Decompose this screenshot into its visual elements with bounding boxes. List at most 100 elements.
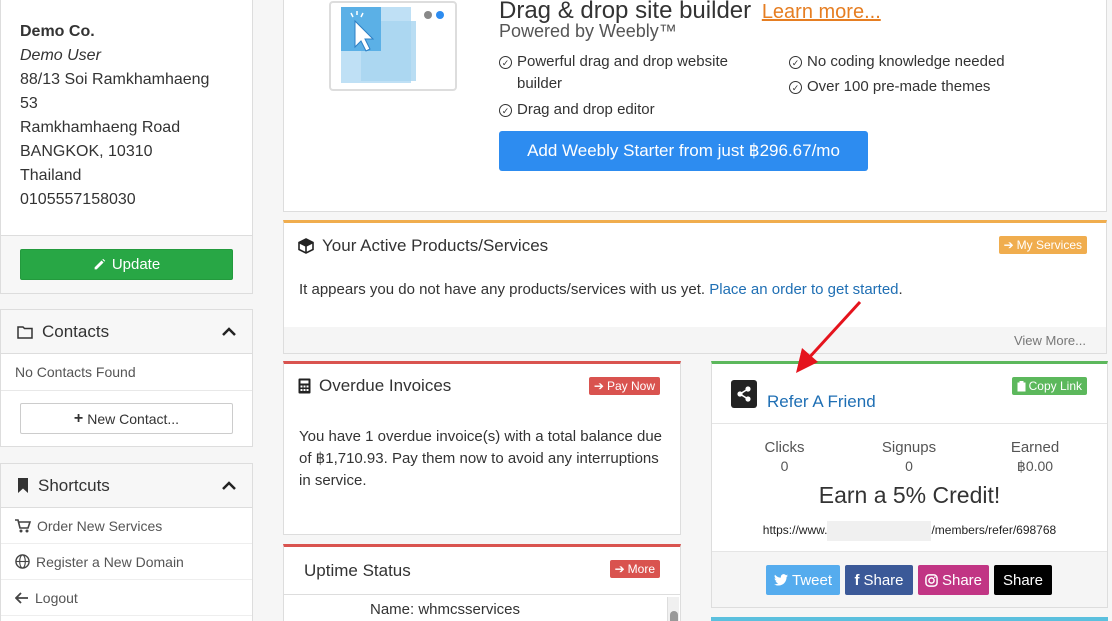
shortcuts-header[interactable]: Shortcuts xyxy=(1,464,252,508)
address-line: Thailand xyxy=(20,167,82,184)
feature-text: Drag and drop editor xyxy=(517,101,655,118)
globe-icon xyxy=(15,554,30,569)
shortcut-register-domain[interactable]: Register a New Domain xyxy=(1,544,252,580)
learn-more-link[interactable]: Learn more... xyxy=(762,1,881,23)
cube-icon xyxy=(298,238,314,254)
update-button[interactable]: Update xyxy=(20,249,233,280)
bookmark-icon xyxy=(17,478,29,493)
referral-link-prefix: https://www. xyxy=(762,523,828,538)
next-panel-top-border xyxy=(711,617,1108,621)
arrow-right-icon: ➔ xyxy=(614,562,625,576)
more-label: More xyxy=(627,562,655,576)
share-button[interactable]: Share xyxy=(994,565,1052,595)
shortcuts-title: Shortcuts xyxy=(38,475,110,495)
feature-item: ✓ No coding knowledge needed xyxy=(789,51,1005,73)
plus-icon: + xyxy=(73,409,84,427)
arrow-right-icon: ➔ xyxy=(1003,238,1014,252)
copy-link-button[interactable]: Copy Link xyxy=(1011,377,1087,395)
stat-signups: Signups 0 xyxy=(874,439,944,474)
contacts-panel: Contacts No Contacts Found + New Contact… xyxy=(0,309,253,447)
overdue-title: Overdue Invoices xyxy=(319,376,452,395)
uptime-title: Uptime Status xyxy=(304,560,411,580)
folder-icon xyxy=(17,325,33,339)
no-contacts-text: No Contacts Found xyxy=(1,354,252,391)
more-button[interactable]: ➔ More xyxy=(609,560,660,578)
new-contact-label: New Contact... xyxy=(87,410,180,427)
address-block: Demo Co. Demo User 88/13 Soi Ramkhamhaen… xyxy=(1,0,252,236)
feature-item: ✓ Over 100 pre-made themes xyxy=(789,76,990,98)
shortcut-order-services[interactable]: Order New Services xyxy=(1,508,252,544)
refer-friend-panel: Refer A Friend Copy Link Clicks 0 Signup… xyxy=(711,361,1108,608)
feature-item: ✓ Drag and drop editor xyxy=(499,99,655,121)
share-nodes-icon xyxy=(731,379,757,408)
clipboard-icon xyxy=(1017,380,1026,392)
contacts-title: Contacts xyxy=(42,321,110,341)
shortcut-logout[interactable]: Logout xyxy=(1,580,252,616)
active-products-title: Your Active Products/Services xyxy=(322,236,549,255)
stat-earned: Earned ฿0.00 xyxy=(1000,439,1070,475)
active-products-header: Your Active Products/Services xyxy=(284,223,1106,269)
overdue-invoices-panel: Overdue Invoices ➔ Pay Now You have 1 ov… xyxy=(283,361,681,535)
site-builder-illustration xyxy=(329,1,457,91)
pay-now-label: Pay Now xyxy=(606,379,655,393)
check-circle-icon: ✓ xyxy=(789,81,802,94)
promo-subtitle: Powered by Weebly™ xyxy=(499,21,677,41)
new-contact-button[interactable]: + New Contact... xyxy=(20,403,233,434)
referral-link[interactable]: https://www. /members/refer/698768 xyxy=(712,521,1107,541)
arrow-left-icon xyxy=(15,591,29,604)
instagram-share-button[interactable]: Share xyxy=(918,565,989,595)
facebook-icon: f xyxy=(854,571,860,589)
uptime-scrollbar[interactable] xyxy=(667,597,679,621)
address-line: Ramkhamhaeng Road xyxy=(20,119,181,136)
pay-now-button[interactable]: ➔ Pay Now xyxy=(588,377,660,395)
cart-icon xyxy=(15,518,31,533)
scrollbar-thumb[interactable] xyxy=(670,611,678,621)
active-products-panel: Your Active Products/Services ➔ My Servi… xyxy=(283,220,1107,354)
overdue-text: You have 1 overdue invoice(s) with a tot… xyxy=(299,428,663,489)
company-name: Demo Co. xyxy=(20,23,95,40)
stat-label: Clicks xyxy=(764,439,805,456)
address-line: 53 xyxy=(20,95,38,112)
pencil-icon xyxy=(93,258,106,271)
contacts-header[interactable]: Contacts xyxy=(1,310,252,354)
add-weebly-button[interactable]: Add Weebly Starter from just ฿296.67/mo xyxy=(499,131,868,171)
view-more-link[interactable]: View More... xyxy=(284,327,1106,353)
address-line: BANGKOK, 10310 xyxy=(20,143,153,160)
update-label: Update xyxy=(111,256,161,273)
twitter-icon xyxy=(773,574,788,586)
uptime-status-panel: Uptime Status ➔ More Name: whmcsservices xyxy=(283,544,681,621)
feature-text: Over 100 pre-made themes xyxy=(807,78,991,95)
text-suffix: . xyxy=(898,281,903,298)
stat-value: 0 xyxy=(780,458,789,474)
stat-label: Signups xyxy=(881,439,937,456)
client-address-panel: Demo Co. Demo User 88/13 Soi Ramkhamhaen… xyxy=(0,0,253,294)
refer-title[interactable]: Refer A Friend xyxy=(767,392,876,412)
stat-clicks: Clicks 0 xyxy=(752,439,817,474)
stat-label: Earned xyxy=(1010,439,1060,456)
shortcut-label: Register a New Domain xyxy=(36,553,184,570)
share-label: Share xyxy=(1002,571,1044,589)
shortcut-label: Logout xyxy=(35,589,78,606)
referral-link-suffix: /members/refer/698768 xyxy=(931,523,1057,538)
earn-credit-text: Earn a 5% Credit! xyxy=(818,482,1001,508)
tweet-label: Tweet xyxy=(791,571,833,589)
shortcuts-panel: Shortcuts Order New Services Register a … xyxy=(0,463,253,621)
place-order-link[interactable]: Place an order to get started xyxy=(709,281,898,298)
tweet-button[interactable]: Tweet xyxy=(766,565,840,595)
check-circle-icon: ✓ xyxy=(789,56,802,69)
feature-text: No coding knowledge needed xyxy=(807,53,1005,70)
chevron-up-icon[interactable] xyxy=(222,480,236,491)
my-services-button[interactable]: ➔ My Services xyxy=(998,236,1087,254)
user-name: Demo User xyxy=(20,47,101,64)
facebook-share-button[interactable]: f Share xyxy=(845,565,913,595)
chevron-up-icon[interactable] xyxy=(222,326,236,337)
instagram-share-label: Share xyxy=(941,571,983,589)
arrow-right-icon: ➔ xyxy=(593,379,604,393)
feature-text: Powerful drag and drop website builder xyxy=(517,53,728,92)
feature-item: ✓ Powerful drag and drop website builder xyxy=(499,51,759,95)
weebly-promo-panel: Drag & drop site builder Learn more... P… xyxy=(283,0,1107,212)
tax-id: 0105557158030 xyxy=(20,191,136,208)
my-services-label: My Services xyxy=(1016,238,1082,252)
check-circle-icon: ✓ xyxy=(499,104,512,117)
annotation-arrow-icon xyxy=(796,300,862,373)
